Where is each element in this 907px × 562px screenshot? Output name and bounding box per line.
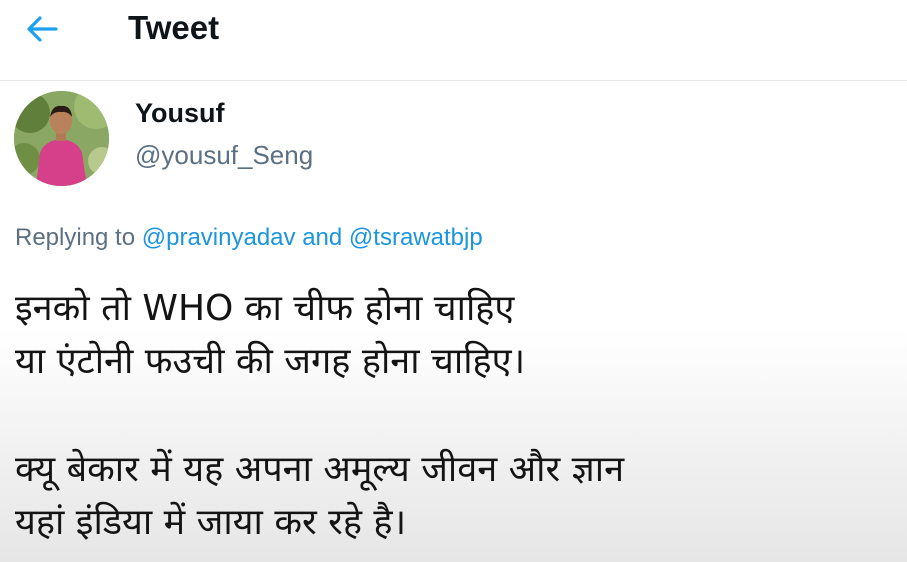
tweet-text-line: यहां इंडिया में जाया कर रहे है। <box>15 502 407 543</box>
page-title: Tweet <box>128 9 220 46</box>
back-button[interactable] <box>22 12 62 46</box>
replying-to-line: Replying to @pravinyadav and @tsrawatbjp <box>15 222 483 254</box>
tweet-text-line: क्यू बेकार में यह अपना अमूल्य जीवन और ज्… <box>15 449 625 490</box>
mention-link[interactable]: @pravinyadav <box>142 224 296 251</box>
top-bar: Tweet <box>0 0 907 81</box>
tweet-text-line: इनको तो WHO का चीफ होना चाहिए <box>15 288 515 329</box>
author-name[interactable]: Yousuf <box>135 96 225 130</box>
replying-prefix: Replying to <box>15 224 136 251</box>
arrow-left-icon <box>27 16 58 42</box>
avatar[interactable] <box>14 91 109 186</box>
author-handle[interactable]: @yousuf_Seng <box>135 138 313 172</box>
mention-link[interactable]: @tsrawatbjp <box>349 224 483 251</box>
mention-conjunction: and <box>302 224 343 251</box>
tweet-text-line: या एंटोनी फउची की जगह होना चाहिए। <box>15 341 526 382</box>
